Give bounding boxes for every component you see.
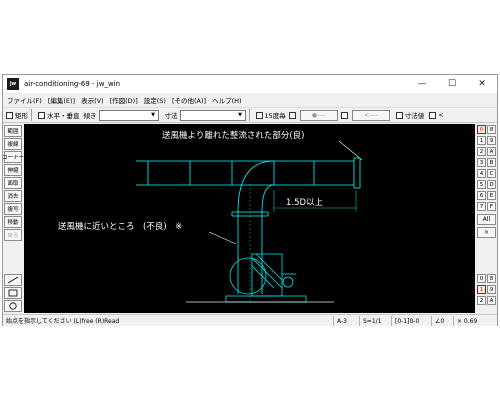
group-key-9[interactable]: 9	[487, 285, 496, 294]
group-key-0[interactable]: 0	[477, 274, 486, 283]
control-toolbar: 矩形 水平・垂直 傾き ▼ 寸法 ▼ 15度毎 ●---- <---- 寸法値 …	[3, 107, 497, 123]
leader-line	[338, 140, 363, 161]
rect-tool[interactable]	[4, 287, 22, 299]
close-button[interactable]: ✕	[467, 75, 497, 93]
menu-draw[interactable]: [作図(D)]	[110, 95, 138, 105]
layer-key-7[interactable]: 7	[477, 202, 486, 211]
status-group[interactable]: [0-1]0-0	[391, 316, 431, 326]
dim-select[interactable]: ▼	[179, 109, 246, 121]
circle-checkbox[interactable]	[288, 111, 296, 119]
toolbar-divider	[248, 109, 250, 121]
tool-move[interactable]: 移動	[4, 216, 22, 228]
dim-value-checkbox[interactable]	[395, 111, 403, 119]
deg15-checkbox[interactable]	[255, 111, 263, 119]
status-zoom[interactable]: × 0.69	[453, 316, 497, 326]
status-layer[interactable]: A-3	[333, 316, 359, 326]
group-key-a[interactable]: A	[487, 296, 496, 305]
toolbar-divider	[31, 109, 32, 121]
layer-key-f[interactable]: F	[487, 202, 496, 211]
status-message: 始点を指示してください (L)free (R)Read	[6, 318, 120, 325]
group-key-1[interactable]: 1	[477, 285, 486, 294]
layer-key-8[interactable]: 8	[487, 125, 496, 134]
arrow-checkbox[interactable]	[340, 111, 348, 119]
layer-key-d[interactable]: D	[487, 180, 496, 189]
leader-line	[208, 231, 237, 245]
tilt-label: 傾き	[83, 112, 97, 120]
line-tool[interactable]	[4, 274, 22, 286]
circle-tool[interactable]	[4, 300, 22, 312]
menu-help[interactable]: ヘルプ(H)	[212, 95, 241, 105]
tool-range[interactable]: 範囲	[4, 125, 22, 137]
duct-drawing: 送風機より離れた整流された部分(良) 1.5D以上 送風機に近いところ (不良)…	[58, 130, 363, 303]
menu-file[interactable]: ファイル(F)	[7, 95, 42, 105]
layer-key-6[interactable]: 6	[477, 191, 486, 200]
deg15-label: 15度毎	[264, 112, 286, 120]
tool-copy[interactable]: 複写	[4, 203, 22, 215]
circle-line-button[interactable]: ●----	[299, 109, 338, 121]
layer-key-2[interactable]: 2	[477, 147, 486, 156]
dimension-text: 1.5D以上	[286, 198, 324, 208]
rect-label: 矩形	[15, 112, 28, 120]
line-icon	[7, 276, 19, 284]
tool-stretch[interactable]: 伸縮	[4, 164, 22, 176]
chevron-down-icon: ▼	[238, 112, 242, 118]
window-title: air-conditioning-69 - jw_win	[24, 80, 121, 88]
app-window: jw air-conditioning-69 - jw_win — ☐ ✕ ファ…	[2, 74, 498, 326]
layer-key-3[interactable]: 3	[477, 158, 486, 167]
menu-bar: ファイル(F) [編集(E)] 表示(V) [作図(D)] 設定(S) [その他…	[3, 93, 497, 106]
layer-key-c[interactable]: C	[487, 169, 496, 178]
menu-edit[interactable]: [編集(E)]	[48, 95, 75, 105]
app-icon: jw	[7, 78, 19, 90]
tool-chamfer[interactable]: 面取	[4, 177, 22, 189]
menu-other[interactable]: [その他(A)]	[172, 95, 206, 105]
lt-checkbox[interactable]	[429, 111, 437, 119]
rectangle-icon	[8, 289, 18, 297]
status-angle[interactable]: ∠0	[431, 316, 453, 326]
layer-key-b[interactable]: B	[487, 158, 496, 167]
window-controls: — ☐ ✕	[407, 75, 497, 93]
left-tool-panel: 範囲 複線 コーナー 伸縮 面取 消去 複写 移動 戻る	[2, 124, 24, 313]
maximize-button[interactable]: ☐	[437, 75, 467, 93]
status-bar: 始点を指示してください (L)free (R)Read A-3 S=1/1 [0…	[3, 314, 497, 326]
dim-label: 寸法	[164, 112, 178, 120]
layer-key-5[interactable]: 5	[477, 180, 486, 189]
layer-key-a[interactable]: A	[487, 147, 496, 156]
dim-value-label: 寸法値	[404, 112, 425, 120]
layer-key-1[interactable]: 1	[477, 136, 486, 145]
lt-label: <	[438, 111, 444, 119]
drawing-canvas[interactable]: 送風機より離れた整流された部分(良) 1.5D以上 送風機に近いところ (不良)…	[24, 124, 475, 313]
title-bar[interactable]: jw air-conditioning-69 - jw_win — ☐ ✕	[3, 75, 497, 93]
label-top: 送風機より離れた整流された部分(良)	[162, 130, 304, 141]
layer-key-4[interactable]: 4	[477, 169, 486, 178]
layer-panel: 0 8 1 9 2 A 3 B 4 C 5 D 6 E 7 F All × 0 …	[476, 124, 497, 313]
arrow-line-button[interactable]: <----	[351, 109, 390, 121]
fan-unit	[186, 253, 334, 303]
hv-label: 水平・垂直	[47, 112, 80, 120]
layer-key-e[interactable]: E	[487, 191, 496, 200]
menu-settings[interactable]: 設定(S)	[144, 95, 166, 105]
group-key-8[interactable]: 8	[487, 274, 496, 283]
cross-button[interactable]: ×	[477, 227, 496, 238]
tool-offset[interactable]: 複線	[4, 138, 22, 150]
menu-view[interactable]: 表示(V)	[81, 95, 104, 105]
tool-erase[interactable]: 消去	[4, 190, 22, 202]
hv-checkbox[interactable]	[38, 111, 45, 119]
layer-key-9[interactable]: 9	[487, 136, 496, 145]
tool-corner[interactable]: コーナー	[2, 151, 24, 163]
circle-icon	[9, 302, 17, 310]
tilt-select[interactable]: ▼	[98, 109, 159, 121]
label-left: 送風機に近いところ (不良) ※	[58, 221, 182, 232]
tool-undo[interactable]: 戻る	[4, 229, 22, 241]
layer-key-0[interactable]: 0	[477, 125, 486, 134]
group-key-2[interactable]: 2	[477, 296, 486, 305]
minimize-button[interactable]: —	[407, 75, 437, 93]
elbow-duct	[237, 160, 275, 213]
status-scale[interactable]: S=1/1	[359, 316, 391, 326]
rect-checkbox[interactable]	[6, 111, 13, 119]
all-layers-button[interactable]: All	[477, 214, 496, 225]
chevron-down-icon: ▼	[151, 112, 155, 118]
